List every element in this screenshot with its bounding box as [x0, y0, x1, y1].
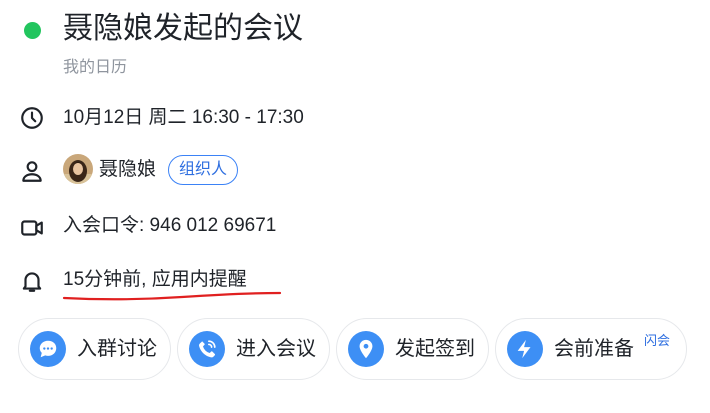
phone-icon — [189, 331, 225, 367]
status-dot — [24, 22, 41, 39]
join-group-chat-label: 入群讨论 — [77, 338, 157, 360]
meeting-time: 10月12日 周二 16:30 - 17:30 — [63, 107, 304, 128]
flash-meeting-tag: 闪会 — [644, 333, 671, 348]
lightning-icon — [507, 331, 543, 367]
chat-bubble-icon — [30, 331, 66, 367]
red-underline-annotation — [62, 291, 282, 301]
pre-meeting-prep-label: 会前准备 — [554, 338, 634, 360]
enter-meeting-label: 进入会议 — [236, 338, 316, 360]
avatar[interactable] — [63, 154, 93, 184]
person-icon — [18, 157, 46, 185]
organizer-badge: 组织人 — [168, 155, 239, 185]
enter-meeting-button[interactable]: 进入会议 — [177, 318, 330, 380]
meeting-title: 聂隐娘发起的会议 — [63, 12, 303, 45]
join-group-chat-button[interactable]: 入群讨论 — [18, 318, 171, 380]
organizer-name[interactable]: 聂隐娘 — [99, 157, 156, 183]
pre-meeting-prep-button[interactable]: 会前准备 — [495, 318, 687, 380]
start-check-in-button[interactable]: 发起签到 — [336, 318, 489, 380]
meeting-code[interactable]: 入会口令: 946 012 69671 — [63, 213, 276, 239]
calendar-name: 我的日历 — [63, 59, 128, 76]
location-pin-icon — [348, 331, 384, 367]
start-check-in-label: 发起签到 — [395, 338, 475, 360]
bell-icon — [18, 267, 46, 295]
video-camera-icon — [18, 214, 46, 242]
clock-icon — [18, 104, 46, 132]
